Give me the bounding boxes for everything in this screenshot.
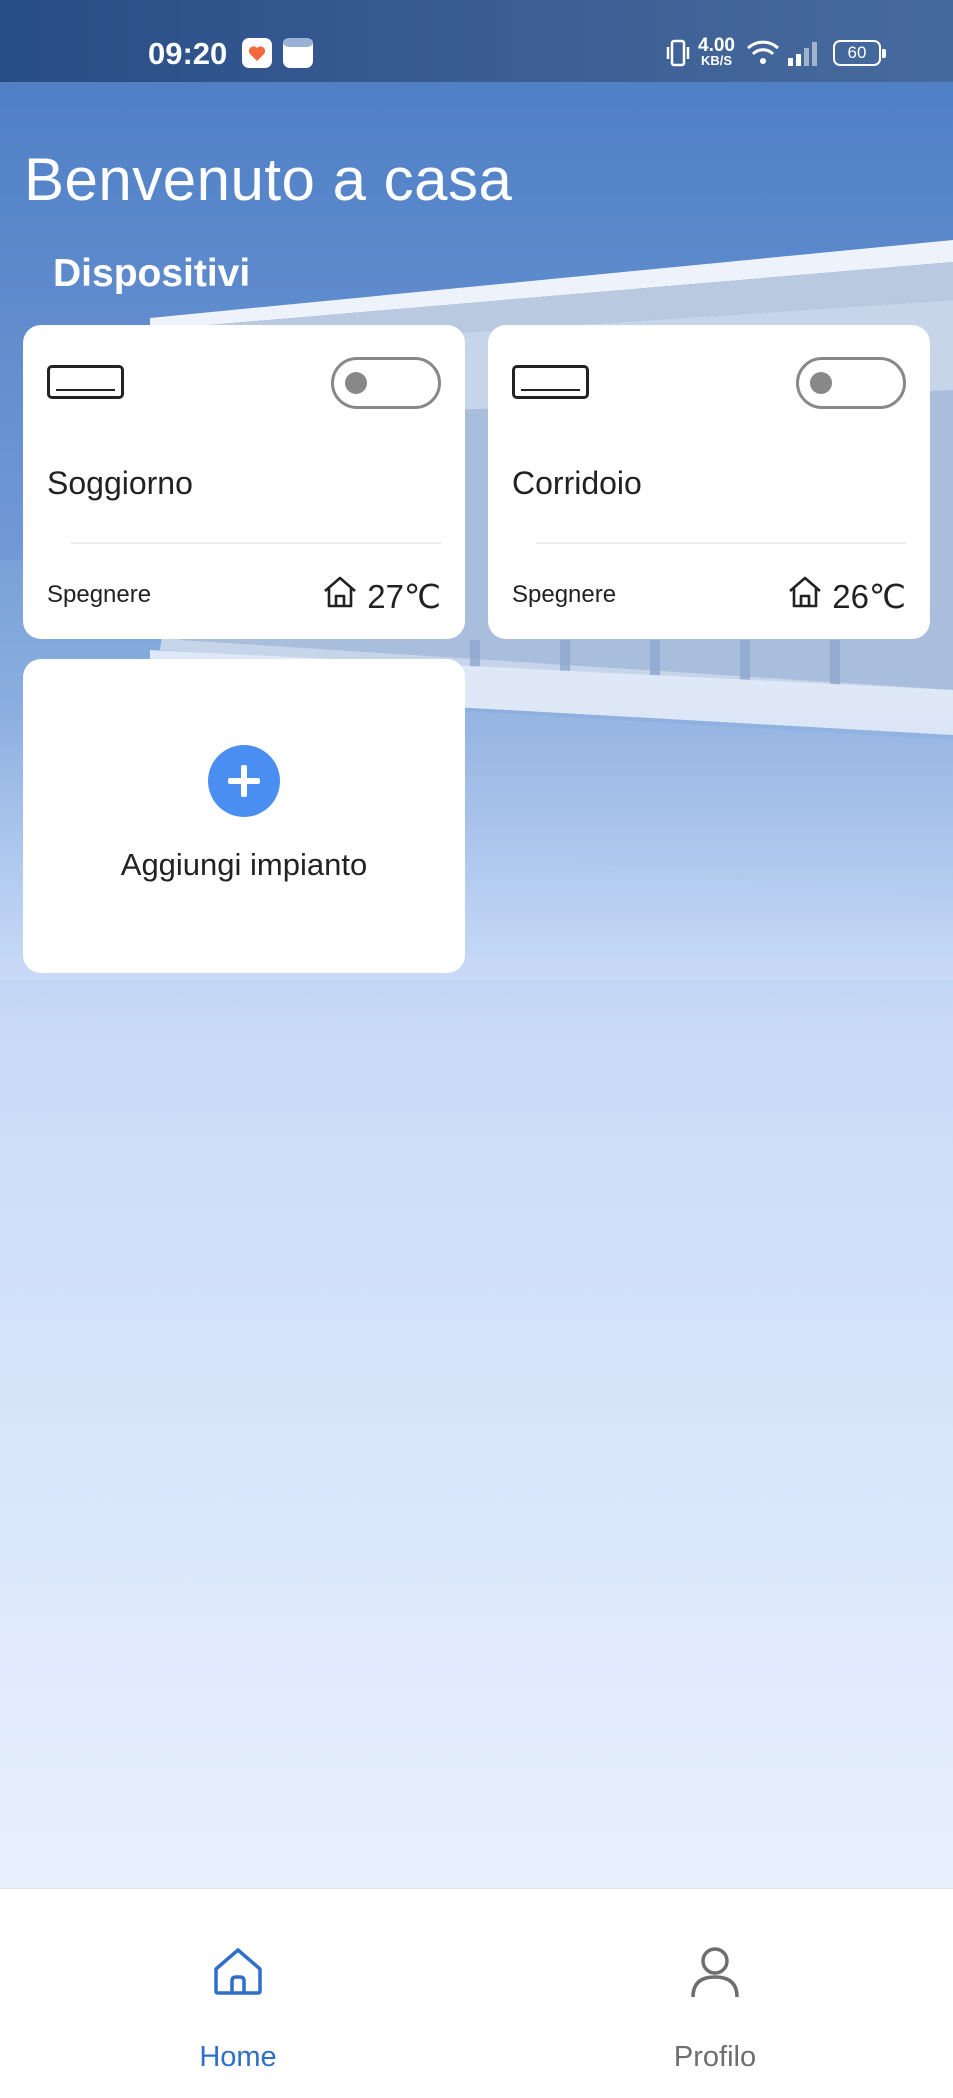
toggle-knob [345,372,367,394]
health-app-notification-icon [242,38,272,68]
device-card-soggiorno[interactable]: Soggiorno Spegnere 27℃ [23,325,465,639]
device-temperature: 26℃ [786,573,906,619]
add-device-label: Aggiungi impianto [120,847,368,882]
toggle-knob [810,372,832,394]
add-device-card[interactable]: Aggiungi impianto [23,659,465,973]
device-card-corridoio[interactable]: Corridoio Spegnere 26℃ [488,325,930,639]
nav-label-profile: Profilo [673,2041,757,2073]
status-time: 09:20 [148,36,228,71]
vibrate-icon [665,38,691,73]
home-temp-icon [321,573,359,619]
device-name: Corridoio [512,465,642,501]
plus-icon[interactable] [208,745,280,817]
network-speed-unit: KB/S [700,53,733,68]
page-title: Benvenuto a casa [24,146,513,213]
devices-section-title: Dispositivi [53,252,251,295]
air-conditioner-icon [47,365,124,399]
bottom-navigation: Home Profilo [0,1888,953,2098]
device-state: Spegnere [47,581,152,608]
status-bar: 09:20 4.00 KB/S 60 [0,0,953,82]
person-icon [687,1943,743,1999]
nav-label-home: Home [199,2041,277,2073]
device-state: Spegnere [512,581,617,608]
network-speed: 4.00 KB/S [698,35,735,68]
card-divider [536,542,906,544]
temperature-value: 27℃ [367,577,441,615]
card-divider [71,542,441,544]
battery-indicator: 60 [833,40,886,66]
home-temp-icon [786,573,824,619]
device-name: Soggiorno [47,465,193,501]
app-notification-icon [283,38,313,68]
home-icon [210,1943,266,1999]
nav-item-home[interactable]: Home [138,1889,338,2098]
nav-item-profile[interactable]: Profilo [615,1889,815,2098]
power-toggle[interactable] [331,357,441,409]
wifi-icon [746,38,780,71]
device-temperature: 27℃ [321,573,441,619]
network-speed-value: 4.00 [698,35,735,56]
temperature-value: 26℃ [832,577,906,615]
air-conditioner-icon [512,365,589,399]
power-toggle[interactable] [796,357,906,409]
signal-icon [786,42,820,71]
